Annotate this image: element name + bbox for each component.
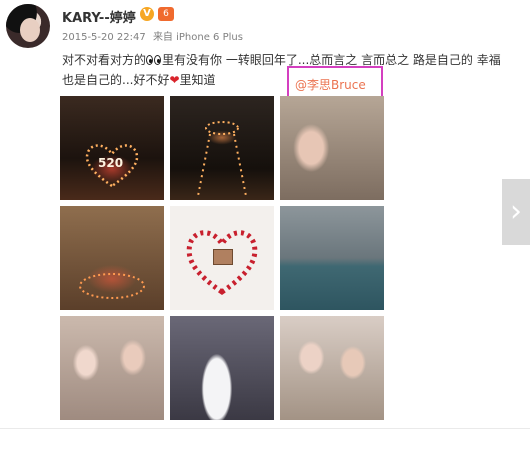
timestamp[interactable]: 2015-5-20 22:47 xyxy=(62,32,146,43)
photo-2[interactable] xyxy=(170,96,274,200)
avatar-face xyxy=(20,18,40,42)
gift-box-icon xyxy=(213,249,233,265)
mention-highlight-box: @李思Bruce xyxy=(287,66,383,100)
verified-badge-icon: V xyxy=(140,7,154,21)
mention-link[interactable]: @李思Bruce xyxy=(295,76,366,93)
avatar[interactable] xyxy=(6,4,50,48)
photo-6[interactable] xyxy=(280,206,384,310)
eyes-emoji-icon xyxy=(146,55,162,65)
photo-7[interactable] xyxy=(60,316,164,420)
source: 来自 iPhone 6 Plus xyxy=(152,32,243,43)
candle-path-icon xyxy=(197,121,247,197)
photo-1[interactable]: 520 xyxy=(60,96,164,200)
photo-8[interactable] xyxy=(170,316,274,420)
photo-5[interactable] xyxy=(170,206,274,310)
photo-1-label: 520 xyxy=(98,156,124,170)
divider xyxy=(0,428,530,429)
post-meta: 2015-5-20 22:47 来自 iPhone 6 Plus xyxy=(62,28,243,43)
post-text-part1: 对不对看对方的 xyxy=(62,53,147,67)
photo-4[interactable] xyxy=(60,206,164,310)
photo-grid: 520 xyxy=(60,96,384,420)
next-arrow-button[interactable]: › xyxy=(502,179,530,245)
heart-emoji-icon: ❤ xyxy=(169,73,180,87)
photo-9[interactable] xyxy=(280,316,384,420)
username[interactable]: KARY--婷婷 xyxy=(62,7,136,26)
room-candles-icon xyxy=(79,273,145,299)
post-text-part3: 里知道 xyxy=(179,73,216,87)
photo-3[interactable] xyxy=(280,96,384,200)
level-badge-icon: 6 xyxy=(158,7,174,21)
